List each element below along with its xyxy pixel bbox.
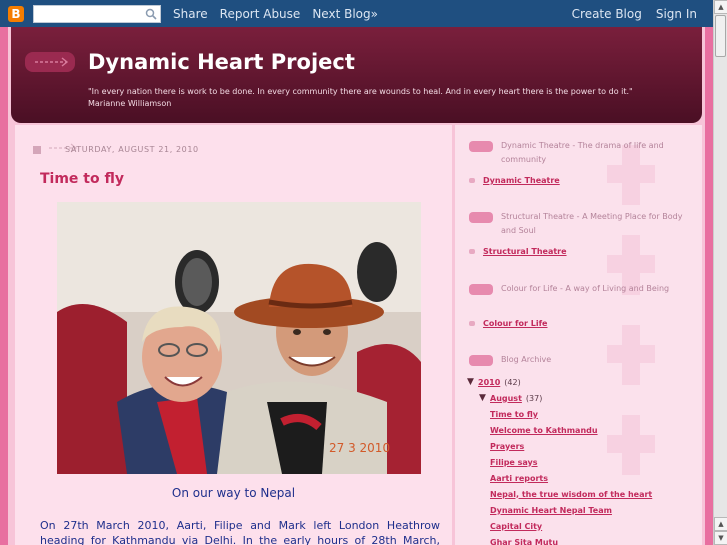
page-frame: Dynamic Heart Project "In every nation t… bbox=[8, 27, 705, 545]
sidebar-link-colour-for-life[interactable]: Colour for Life bbox=[469, 319, 547, 328]
report-abuse-link[interactable]: Report Abuse bbox=[220, 7, 301, 21]
archive-month-row: ▼ August (37) bbox=[479, 390, 697, 406]
sidebar-heading-text: Colour for Life - A way of Living and Be… bbox=[501, 284, 670, 293]
archive-month-link[interactable]: August bbox=[490, 394, 522, 403]
archive-post-link[interactable]: Ghar Sita Mutu bbox=[490, 534, 697, 545]
sidebar-heading-structural-theatre: Structural Theatre - A Meeting Place for… bbox=[469, 210, 696, 238]
sidebar-heading-dynamic-theatre: Dynamic Theatre - The drama of life and … bbox=[469, 139, 696, 167]
scroll-down-icon[interactable]: ▼ bbox=[714, 531, 727, 545]
vertical-scrollbar[interactable]: ▲ ▲ ▼ bbox=[713, 0, 727, 545]
photo-caption: On our way to Nepal bbox=[171, 486, 296, 500]
blog-archive: ▼ 2010 (42) ▼ August (37) Time to fly We… bbox=[467, 374, 697, 545]
search-icon[interactable] bbox=[145, 8, 157, 20]
archive-year-link[interactable]: 2010 bbox=[478, 378, 500, 387]
triangle-down-icon[interactable]: ▼ bbox=[467, 377, 478, 387]
create-blog-link[interactable]: Create Blog bbox=[572, 7, 642, 21]
arrow-icon bbox=[469, 212, 493, 223]
arrow-icon bbox=[25, 52, 75, 72]
archive-post-link[interactable]: Time to fly bbox=[490, 406, 697, 422]
sidebar-heading-text: Structural Theatre - A Meeting Place for… bbox=[501, 212, 683, 235]
photo-timestamp: 27 3 2010 bbox=[329, 441, 390, 455]
blogger-logo-icon[interactable]: B bbox=[8, 5, 24, 22]
blogger-navbar: B Share Report Abuse Next Blog» Create B… bbox=[0, 0, 713, 27]
blog-description: "In every nation there is work to be don… bbox=[88, 87, 633, 108]
bullet-icon bbox=[469, 321, 475, 326]
sidebar-heading-text: Dynamic Theatre - The drama of life and … bbox=[501, 141, 664, 164]
post-body: On 27th March 2010, Aarti, Filipe and Ma… bbox=[40, 519, 440, 545]
sidebar-link-label[interactable]: Structural Theatre bbox=[483, 247, 567, 256]
blog-archive-heading: Blog Archive bbox=[469, 353, 696, 367]
sidebar: Dynamic Theatre - The drama of life and … bbox=[455, 125, 702, 545]
blog-header: Dynamic Heart Project "In every nation t… bbox=[11, 27, 702, 123]
archive-post-link[interactable]: Filipe says bbox=[490, 454, 697, 470]
scroll-up-icon[interactable]: ▲ bbox=[714, 0, 727, 14]
arrow-icon bbox=[469, 141, 493, 152]
next-blog-link[interactable]: Next Blog» bbox=[312, 7, 378, 21]
blog-title[interactable]: Dynamic Heart Project bbox=[88, 50, 355, 74]
post-date: SATURDAY, AUGUST 21, 2010 bbox=[65, 145, 199, 154]
sidebar-link-label[interactable]: Colour for Life bbox=[483, 319, 547, 328]
bullet-icon bbox=[469, 178, 475, 183]
sidebar-heading-colour-for-life: Colour for Life - A way of Living and Be… bbox=[469, 282, 696, 296]
blog-archive-heading-text: Blog Archive bbox=[501, 355, 552, 364]
bullet-icon bbox=[469, 249, 475, 254]
search-input[interactable] bbox=[34, 9, 142, 25]
post-photo[interactable]: 27 3 2010 bbox=[57, 202, 421, 474]
archive-post-link[interactable]: Aarti reports bbox=[490, 470, 697, 486]
sidebar-link-dynamic-theatre[interactable]: Dynamic Theatre bbox=[469, 176, 560, 185]
square-icon bbox=[33, 145, 41, 154]
archive-post-link[interactable]: Welcome to Kathmandu bbox=[490, 422, 697, 438]
archive-post-link[interactable]: Nepal, the true wisdom of the heart bbox=[490, 486, 697, 502]
archive-year-row: ▼ 2010 (42) bbox=[467, 374, 697, 390]
archive-year-count: (42) bbox=[504, 377, 521, 387]
archive-post-link[interactable]: Capital City bbox=[490, 518, 697, 534]
sidebar-link-structural-theatre[interactable]: Structural Theatre bbox=[469, 247, 567, 256]
post-title[interactable]: Time to fly bbox=[40, 171, 124, 187]
scroll-up-icon[interactable]: ▲ bbox=[714, 517, 727, 531]
share-link[interactable]: Share bbox=[173, 7, 208, 21]
main-column: SATURDAY, AUGUST 21, 2010 Time to fly 27… bbox=[15, 125, 452, 545]
sidebar-link-label[interactable]: Dynamic Theatre bbox=[483, 176, 560, 185]
archive-post-link[interactable]: Dynamic Heart Nepal Team bbox=[490, 502, 697, 518]
archive-month-count: (37) bbox=[525, 393, 543, 403]
archive-post-link[interactable]: Prayers bbox=[490, 438, 697, 454]
arrow-icon bbox=[469, 355, 493, 366]
sign-in-link[interactable]: Sign In bbox=[656, 7, 697, 21]
arrow-icon bbox=[469, 284, 493, 295]
scrollbar-thumb[interactable] bbox=[715, 15, 726, 57]
triangle-down-icon[interactable]: ▼ bbox=[479, 393, 490, 403]
search-box bbox=[33, 4, 161, 25]
date-header: SATURDAY, AUGUST 21, 2010 bbox=[33, 143, 199, 156]
